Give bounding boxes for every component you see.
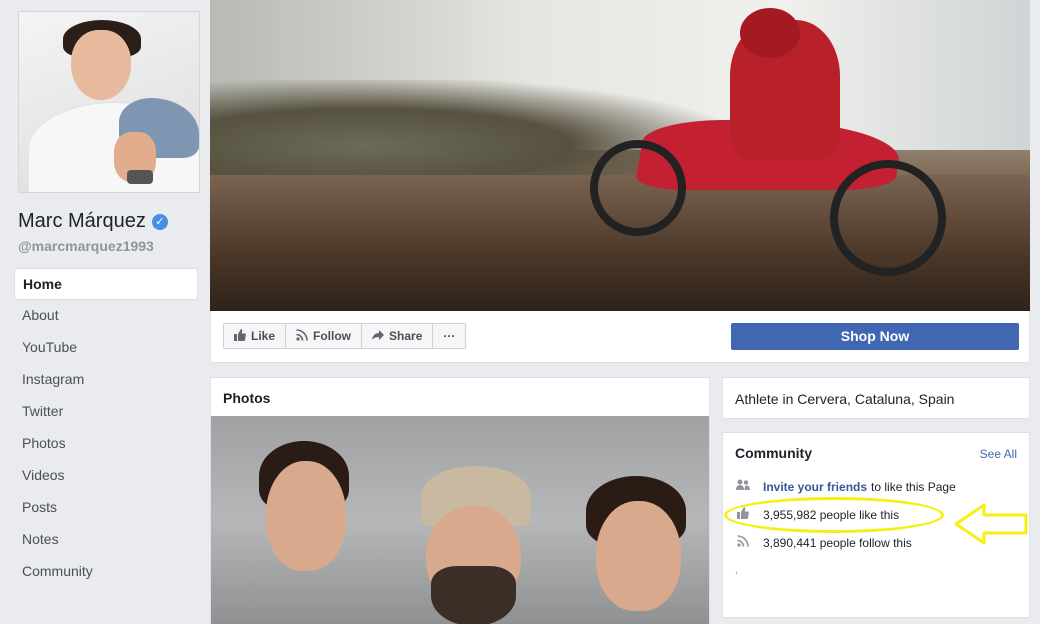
photo-person3-face: [596, 501, 681, 611]
invite-friends-row: Invite your friends to like this Page: [735, 479, 956, 494]
community-title[interactable]: Community: [735, 445, 812, 461]
invite-friends-text: to like this Page: [871, 479, 956, 494]
athlete-location-text: Athlete in Cervera, Cataluna, Spain: [735, 391, 955, 407]
rss-icon: [735, 535, 751, 550]
photo-person2-beard: [431, 566, 516, 624]
highlight-ellipse-annotation: [724, 497, 944, 533]
like-button-label: Like: [251, 329, 276, 343]
nav-item-about[interactable]: About: [14, 300, 198, 332]
nav-item-home[interactable]: Home: [14, 268, 198, 300]
more-dots-icon: ···: [443, 329, 456, 343]
photos-card-title[interactable]: Photos: [223, 390, 270, 406]
follows-count-text: 3,890,441 people follow this: [763, 535, 912, 550]
cover-rear-wheel: [830, 160, 946, 276]
friends-icon: [735, 479, 751, 494]
follow-button[interactable]: Follow: [285, 323, 363, 349]
cover-front-wheel: [590, 140, 686, 236]
page-nav: Home About YouTube Instagram Twitter Pho…: [14, 268, 198, 588]
follows-row: 3,890,441 people follow this: [735, 535, 912, 550]
profile-picture[interactable]: [18, 11, 200, 193]
action-buttons: Like Follow Share ···: [223, 323, 467, 349]
rss-icon: [296, 328, 308, 344]
more-options-button[interactable]: ···: [432, 323, 467, 349]
nav-item-photos[interactable]: Photos: [14, 428, 198, 460]
thumbs-up-icon: [234, 328, 246, 344]
shop-now-button[interactable]: Shop Now: [731, 323, 1019, 350]
nav-item-posts[interactable]: Posts: [14, 492, 198, 524]
share-button-label: Share: [389, 329, 423, 343]
page-action-bar: Like Follow Share ··· Shop Now: [210, 311, 1030, 363]
stray-mark: ,: [735, 565, 738, 576]
nav-item-community[interactable]: Community: [14, 556, 198, 588]
nav-item-instagram[interactable]: Instagram: [14, 364, 198, 396]
like-button[interactable]: Like: [223, 323, 287, 349]
about-card: Athlete in Cervera, Cataluna, Spain: [722, 377, 1030, 419]
share-button[interactable]: Share: [361, 323, 434, 349]
photos-preview-image[interactable]: [211, 416, 709, 624]
left-sidebar: Marc Márquez ✓ @marcmarquez1993 Home Abo…: [0, 0, 210, 624]
page-name[interactable]: Marc Márquez ✓: [18, 210, 168, 233]
page-name-text[interactable]: Marc Márquez: [18, 210, 146, 233]
invite-friends-link[interactable]: Invite your friends: [763, 480, 867, 494]
left-arrow-annotation-icon: [952, 502, 1030, 551]
share-arrow-icon: [372, 329, 385, 344]
photo-person1-face: [266, 461, 346, 571]
nav-item-videos[interactable]: Videos: [14, 460, 198, 492]
nav-item-notes[interactable]: Notes: [14, 524, 198, 556]
cover-photo[interactable]: [210, 0, 1030, 311]
cover-helmet: [740, 8, 800, 58]
avatar-watch: [127, 170, 153, 184]
photos-card: Photos: [210, 377, 710, 624]
follow-button-label: Follow: [313, 329, 352, 343]
verified-badge-icon: ✓: [151, 213, 168, 230]
nav-item-twitter[interactable]: Twitter: [14, 396, 198, 428]
see-all-link[interactable]: See All: [980, 447, 1017, 461]
page-handle[interactable]: @marcmarquez1993: [18, 238, 154, 254]
nav-item-youtube[interactable]: YouTube: [14, 332, 198, 364]
avatar-face: [71, 30, 131, 100]
